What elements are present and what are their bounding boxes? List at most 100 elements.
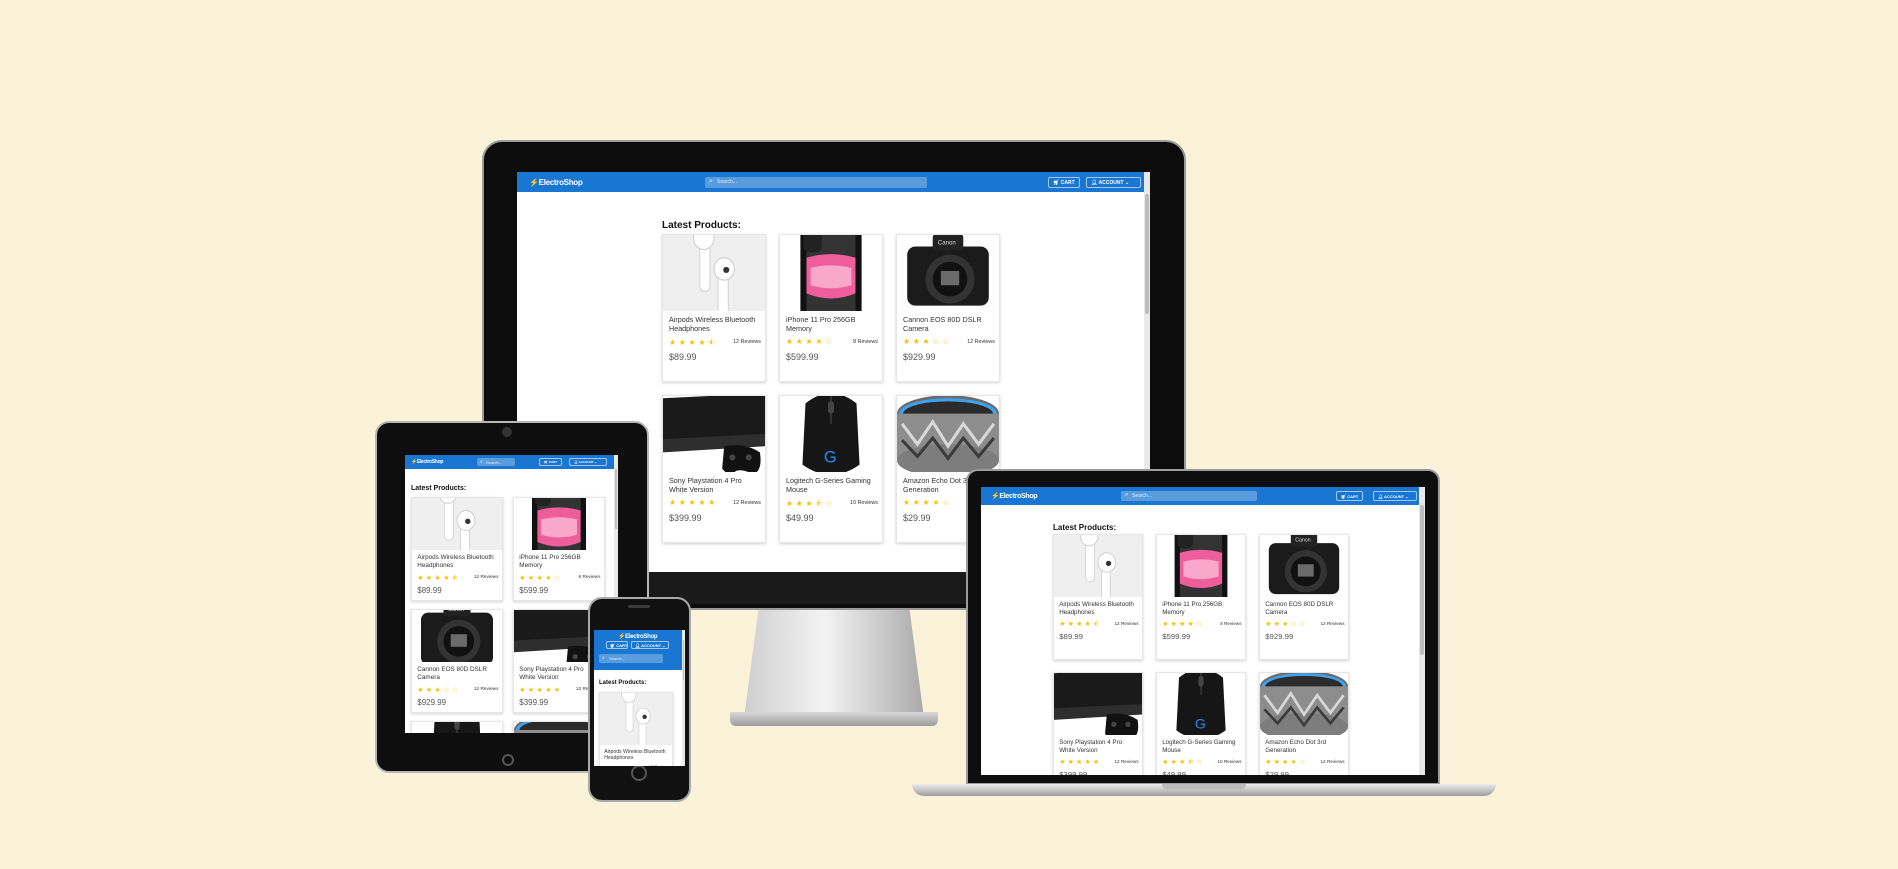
product-name-link[interactable]: Airpods Wireless Bluetooth Headphones (669, 315, 759, 333)
account-dropdown-button[interactable]: 👤︎ ACCOUNT ⌄ (569, 458, 607, 466)
airpods-product-image[interactable] (412, 498, 502, 550)
product-image-frame[interactable]: Canon (897, 235, 999, 311)
scrollbar-thumb[interactable] (1420, 505, 1424, 655)
ps4-product-image[interactable] (663, 396, 765, 472)
product-card[interactable]: GLogitech G-Series Gaming Mouse★★★⯪☆10 R… (411, 721, 503, 733)
product-image-frame[interactable] (780, 235, 882, 311)
product-name-link[interactable]: Amazon Echo Dot 3rd Generation (1265, 739, 1342, 754)
product-image-frame[interactable] (600, 693, 672, 745)
product-image-frame[interactable] (1157, 535, 1245, 597)
echo-product-image[interactable] (897, 396, 999, 472)
product-card[interactable]: Sony Playstation 4 Pro White Version ★★★★… (1053, 672, 1143, 775)
mouse-product-image[interactable]: G (1157, 673, 1245, 735)
iphone-product-image[interactable] (1157, 535, 1245, 597)
brand-logo[interactable]: ⚡ElectroShop (991, 492, 1038, 500)
product-image-frame[interactable] (1054, 535, 1142, 597)
cart-button[interactable]: 🛒︎ CART (1336, 491, 1364, 501)
account-dropdown-button[interactable]: 👤︎ ACCOUNT ⌄ (631, 641, 669, 649)
airpods-product-image[interactable] (1054, 535, 1142, 597)
airpods-product-image[interactable] (663, 235, 765, 311)
product-card[interactable]: GLogitech G-Series Gaming Mouse★★★⯪☆10 R… (779, 395, 883, 543)
review-count: 12 Reviews (733, 500, 761, 506)
product-card[interactable]: Airpods Wireless Bluetooth Headphones ★★★… (1053, 534, 1143, 660)
product-card[interactable]: iPhone 11 Pro 256GB Memory ★★★★☆ 8 Reviews… (1156, 534, 1246, 660)
product-name-link[interactable]: Cannon EOS 80D DSLR Camera (417, 666, 496, 681)
product-name-link[interactable]: Sony Playstation 4 Pro White Version (1059, 739, 1136, 754)
product-price: $929.99 (903, 352, 936, 362)
echo-product-image[interactable] (1260, 673, 1348, 735)
product-card[interactable]: Canon Cannon EOS 80D DSLR Camera ★★★☆☆ 12 R… (896, 234, 1000, 382)
product-image-frame[interactable]: Canon (1260, 535, 1348, 597)
product-image-frame[interactable]: G (780, 396, 882, 472)
product-image-frame[interactable] (1260, 673, 1348, 735)
product-image-frame[interactable]: G (412, 722, 502, 733)
camera-product-image[interactable]: Canon (897, 235, 999, 311)
product-name-link[interactable]: Sony Playstation 4 Pro White Version (519, 666, 598, 681)
cart-button[interactable]: 🛒︎ CART (606, 641, 628, 649)
scrollbar-thumb[interactable] (683, 640, 684, 680)
product-image-frame[interactable] (514, 498, 604, 550)
product-name-link[interactable]: Cannon EOS 80D DSLR Camera (903, 315, 993, 333)
rating-stars: ★★★☆☆ (1265, 620, 1308, 628)
product-card[interactable]: Canon Cannon EOS 80D DSLR Camera ★★★☆☆ 12 R… (411, 609, 503, 713)
brand-logo[interactable]: ⚡ElectroShop (618, 633, 658, 640)
product-card[interactable]: Airpods Wireless Bluetooth Headphones ★★★… (599, 692, 673, 766)
product-card[interactable]: GLogitech G-Series Gaming Mouse★★★⯪☆10 R… (1156, 672, 1246, 775)
search-input[interactable]: ⌕ Search... (477, 458, 515, 466)
cart-button[interactable]: 🛒︎ CART (539, 458, 562, 466)
brand-logo[interactable]: ⚡ElectroShop (529, 178, 583, 187)
product-card[interactable]: Amazon Echo Dot 3rd Generation ★★★★☆ 12 Re… (1259, 672, 1349, 775)
scrollbar[interactable] (682, 630, 685, 766)
brand-logo[interactable]: ⚡ElectroShop (411, 459, 443, 465)
iphone-product-image[interactable] (780, 235, 882, 311)
device-mockup-stage: ⚡ElectroShop ⌕ Search... 🛒︎ CART 👤︎ ACCO… (0, 0, 1898, 869)
product-name-link[interactable]: iPhone 11 Pro 256GB Memory (786, 315, 876, 333)
product-name-link[interactable]: Sony Playstation 4 Pro White Version (669, 476, 759, 494)
product-name-link[interactable]: Airpods Wireless Bluetooth Headphones (417, 554, 496, 569)
account-dropdown-button[interactable]: 👤︎ ACCOUNT ⌄ (1086, 177, 1141, 188)
scrollbar-thumb[interactable] (1145, 194, 1149, 314)
product-image-frame[interactable] (1054, 673, 1142, 735)
product-name-link[interactable]: Logitech G-Series Gaming Mouse (1162, 739, 1239, 754)
product-card[interactable]: Airpods Wireless Bluetooth Headphones ★★★… (411, 497, 503, 601)
iphone-product-image[interactable] (514, 498, 604, 550)
mouse-product-image[interactable]: G (412, 722, 502, 733)
scrollbar[interactable] (1419, 487, 1425, 775)
ps4-product-image[interactable] (1054, 673, 1142, 735)
product-name-link[interactable]: Cannon EOS 80D DSLR Camera (1265, 601, 1342, 616)
review-count: 10 Reviews (850, 500, 878, 506)
search-input[interactable]: ⌕ Search... (1121, 491, 1257, 501)
review-count: 12 Reviews (967, 339, 995, 345)
camera-product-image[interactable]: Canon (1260, 535, 1348, 597)
electroshop-page: ⚡ElectroShop ⌕ Search... 🛒︎ CART 👤︎ ACCO… (981, 487, 1425, 775)
search-input[interactable]: ⌕ Search... (705, 177, 927, 188)
airpods-product-image[interactable] (600, 693, 672, 745)
product-card[interactable]: iPhone 11 Pro 256GB Memory ★★★★☆ 8 Reviews… (779, 234, 883, 382)
product-image-frame[interactable]: Canon (412, 610, 502, 662)
product-image-frame[interactable] (663, 235, 765, 311)
rating-stars: ★★★☆☆ (903, 337, 952, 346)
scrollbar-thumb[interactable] (615, 469, 617, 529)
product-name-link[interactable]: iPhone 11 Pro 256GB Memory (519, 554, 598, 569)
search-icon: ⌕ (709, 178, 713, 185)
product-card[interactable]: iPhone 11 Pro 256GB Memory ★★★★☆ 8 Reviews… (513, 497, 605, 601)
mouse-product-image[interactable]: G (780, 396, 882, 472)
product-image-frame[interactable] (663, 396, 765, 472)
product-price: $49.99 (786, 513, 814, 523)
account-dropdown-button[interactable]: 👤︎ ACCOUNT ⌄ (1373, 491, 1417, 501)
camera-product-image[interactable]: Canon (412, 610, 502, 662)
product-image-frame[interactable] (412, 498, 502, 550)
product-name-link[interactable]: Airpods Wireless Bluetooth Headphones (1059, 601, 1136, 616)
product-card[interactable]: Canon Cannon EOS 80D DSLR Camera ★★★☆☆ 12 R… (1259, 534, 1349, 660)
cart-button[interactable]: 🛒︎ CART (1048, 177, 1080, 188)
product-card[interactable]: Airpods Wireless Bluetooth Headphones ★★★… (662, 234, 766, 382)
product-name-link[interactable]: Logitech G-Series Gaming Mouse (786, 476, 876, 494)
product-image-frame[interactable]: G (1157, 673, 1245, 735)
product-card[interactable]: Sony Playstation 4 Pro White Version ★★★★… (662, 395, 766, 543)
product-image-frame[interactable] (897, 396, 999, 472)
product-name-link[interactable]: iPhone 11 Pro 256GB Memory (1162, 601, 1239, 616)
search-input[interactable]: ⌕ Search... (599, 654, 663, 663)
rating-stars: ★★★★☆ (1265, 758, 1308, 766)
product-name-link[interactable]: Airpods Wireless Bluetooth Headphones (604, 749, 666, 761)
svg-text:Canon: Canon (448, 610, 464, 613)
